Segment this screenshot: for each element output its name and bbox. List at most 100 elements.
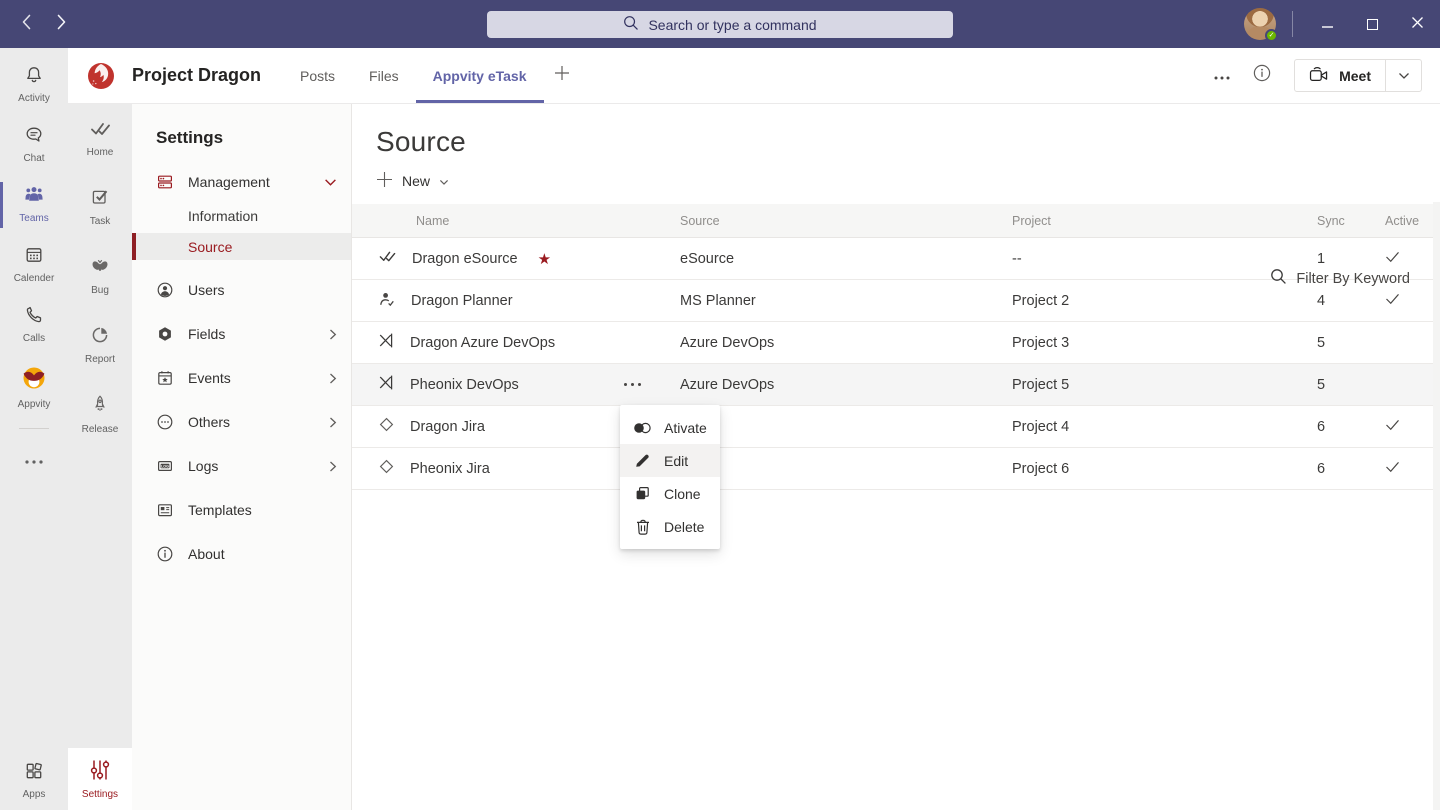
row-source: Azure DevOps	[680, 335, 1012, 351]
forward-button[interactable]	[48, 11, 74, 37]
toggle-icon	[633, 421, 652, 435]
command-search-input[interactable]: Search or type a command	[487, 11, 953, 38]
chevron-right-icon	[329, 416, 337, 429]
nav-item-home[interactable]: Home	[87, 120, 114, 158]
check-icon	[1385, 461, 1400, 477]
table-row[interactable]: Pheonix DevOps Azure DevOps Project 5 5	[352, 364, 1440, 406]
row-active	[1385, 461, 1440, 477]
chevron-down-icon	[439, 173, 449, 189]
svg-text:LOG: LOG	[161, 464, 169, 468]
menu-item-delete[interactable]: Delete	[620, 510, 720, 543]
scrollbar[interactable]	[1433, 202, 1440, 810]
settings-item-others[interactable]: Others	[132, 408, 351, 436]
person-check-icon	[378, 290, 396, 312]
settings-item-label: Templates	[188, 502, 252, 518]
nav-label: Task	[90, 216, 111, 227]
column-header-project: Project	[1012, 214, 1317, 228]
log-icon: LOG	[156, 457, 174, 475]
rail-label: Calls	[23, 333, 45, 344]
settings-item-logs[interactable]: LOG Logs	[132, 452, 351, 480]
rail-item-calendar[interactable]: Calender	[0, 240, 68, 290]
close-button[interactable]	[1395, 0, 1440, 48]
rail-item-teams[interactable]: Teams	[0, 180, 68, 230]
row-name: Dragon Azure DevOps	[410, 335, 555, 351]
nav-item-release[interactable]: Release	[82, 394, 119, 435]
row-sync: 6	[1317, 419, 1385, 435]
rail-item-apps[interactable]: Apps	[0, 756, 68, 806]
menu-item-edit[interactable]: Edit	[620, 444, 720, 477]
row-active	[1385, 419, 1440, 435]
settings-item-events[interactable]: Events	[132, 364, 351, 392]
clone-icon	[633, 485, 652, 502]
bug-icon	[89, 256, 111, 281]
tab-appvity-etask[interactable]: Appvity eTask	[416, 48, 544, 103]
nav-item-task[interactable]: Task	[90, 187, 111, 227]
info-icon	[156, 545, 174, 563]
settings-item-management[interactable]: Management	[132, 168, 351, 196]
diamond-icon	[378, 416, 395, 437]
source-main: Source New Filter By Keyword Name Source…	[352, 104, 1440, 810]
table-row[interactable]: Dragon Azure DevOps Azure DevOps Project…	[352, 322, 1440, 364]
menu-item-activate[interactable]: Ativate	[620, 411, 720, 444]
back-button[interactable]	[13, 11, 39, 37]
double-check-icon	[90, 120, 111, 143]
rail-item-appvity[interactable]: Appvity	[0, 360, 68, 416]
server-icon	[156, 173, 174, 191]
nav-item-settings[interactable]: Settings	[68, 748, 132, 810]
template-icon	[156, 501, 174, 519]
devops-icon	[378, 332, 395, 353]
video-camera-icon	[1309, 66, 1330, 86]
table-row[interactable]: Dragon Jira Project 4 6	[352, 406, 1440, 448]
settings-item-label: Logs	[188, 458, 218, 474]
settings-item-source[interactable]: Source	[132, 233, 351, 260]
team-header: Project Dragon Posts Files Appvity eTask	[68, 48, 1440, 104]
etask-nav: Home Task Bug Report Release	[68, 104, 132, 810]
rail-item-activity[interactable]: Activity	[0, 60, 68, 110]
menu-item-clone[interactable]: Clone	[620, 477, 720, 510]
tab-files[interactable]: Files	[352, 48, 416, 103]
circle-ellipsis-icon	[156, 413, 174, 431]
meet-split-button: Meet	[1294, 59, 1422, 92]
rail-item-chat[interactable]: Chat	[0, 120, 68, 170]
settings-item-templates[interactable]: Templates	[132, 496, 351, 524]
menu-item-label: Delete	[664, 519, 704, 535]
row-actions-button[interactable]	[620, 375, 645, 394]
row-source: eSource	[680, 251, 1012, 267]
row-project: Project 2	[1012, 293, 1317, 309]
info-circle-icon	[1252, 63, 1272, 88]
meet-button[interactable]: Meet	[1295, 60, 1385, 91]
more-options-button[interactable]	[1214, 67, 1230, 85]
column-header-name: Name	[352, 214, 680, 228]
settings-item-label: Events	[188, 370, 231, 386]
chevron-right-icon	[329, 372, 337, 385]
table-row[interactable]: Pheonix Jira Project 6 6	[352, 448, 1440, 490]
minimize-button[interactable]	[1305, 0, 1350, 48]
filter-by-keyword[interactable]: Filter By Keyword	[1270, 268, 1410, 289]
rail-more-button[interactable]	[19, 445, 49, 475]
nav-item-bug[interactable]: Bug	[89, 256, 111, 296]
channel-info-button[interactable]	[1252, 63, 1272, 88]
rail-item-calls[interactable]: Calls	[0, 300, 68, 350]
nav-item-report[interactable]: Report	[85, 325, 115, 365]
calendar-star-icon	[156, 369, 174, 387]
appvity-logo	[21, 365, 47, 396]
settings-item-about[interactable]: About	[132, 540, 351, 568]
meet-dropdown-button[interactable]	[1385, 60, 1421, 91]
settings-item-label: Management	[188, 174, 270, 190]
settings-item-fields[interactable]: Fields	[132, 320, 351, 348]
avatar[interactable]: ✓	[1244, 8, 1276, 40]
rail-label: Apps	[23, 789, 46, 800]
tab-posts[interactable]: Posts	[283, 48, 352, 103]
user-circle-icon	[156, 281, 174, 299]
close-icon	[1412, 15, 1423, 33]
row-sync: 5	[1317, 377, 1385, 393]
settings-item-users[interactable]: Users	[132, 276, 351, 304]
add-tab-button[interactable]	[544, 65, 580, 86]
filter-label: Filter By Keyword	[1296, 271, 1410, 287]
new-button[interactable]: New	[376, 168, 466, 194]
maximize-icon	[1367, 19, 1378, 30]
row-name: Dragon eSource	[412, 251, 518, 267]
maximize-button[interactable]	[1350, 0, 1395, 48]
row-source: Azure DevOps	[680, 377, 1012, 393]
settings-item-information[interactable]: Information	[132, 202, 351, 229]
